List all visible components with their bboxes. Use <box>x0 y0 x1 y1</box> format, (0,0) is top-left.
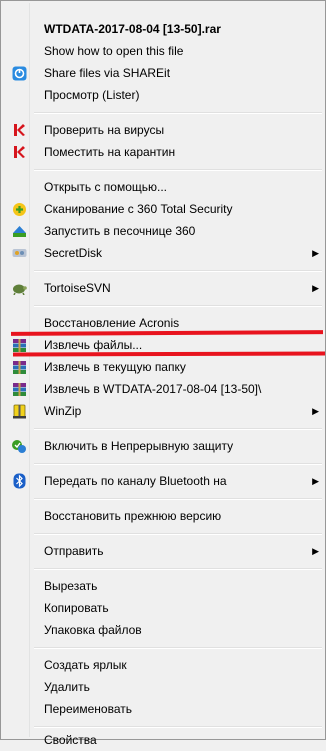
menu-item-pack-files[interactable]: Упаковка файлов <box>3 619 323 641</box>
menu-item-label: Удалить <box>44 680 90 694</box>
menu-item-360-scan[interactable]: Сканирование с 360 Total Security <box>3 198 323 220</box>
menu-item-cut[interactable]: Вырезать <box>3 575 323 597</box>
submenu-arrow-icon: ▶ <box>312 406 319 416</box>
menu-item-label: WinZip <box>44 404 82 418</box>
menu-item-label: Передать по каналу Bluetooth на <box>44 474 227 488</box>
context-menu: WTDATA-2017-08-04 [13-50].rar Show how t… <box>0 0 326 747</box>
menu-separator <box>34 568 322 570</box>
menu-item-label: Просмотр (Lister) <box>44 88 140 102</box>
menu-item-show-how-to-open[interactable]: Show how to open this file <box>3 40 323 62</box>
menu-item-extract-here[interactable]: Извлечь в текущую папку <box>3 356 323 378</box>
menu-separator <box>34 169 322 171</box>
menu-item-open-rar[interactable]: WTDATA-2017-08-04 [13-50].rar <box>3 18 323 40</box>
menu-item-label: Share files via SHAREit <box>44 66 171 80</box>
menu-item-create-shortcut[interactable]: Создать ярлык <box>3 654 323 676</box>
menu-item-extract-to-folder[interactable]: Извлечь в WTDATA-2017-08-04 [13-50]\ <box>3 378 323 400</box>
menu-item-label: Извлечь файлы... <box>44 338 143 352</box>
menu-item-quarantine[interactable]: Поместить на карантин <box>3 141 323 163</box>
menu-item-label: Создать ярлык <box>44 658 127 672</box>
menu-item-label: Свойства <box>44 733 97 747</box>
menu-separator <box>34 647 322 649</box>
menu-item-label: Извлечь в WTDATA-2017-08-04 [13-50]\ <box>44 382 262 396</box>
menu-separator <box>34 270 322 272</box>
menu-item-secretdisk[interactable]: SecretDisk ▶ <box>3 242 323 264</box>
menu-item-continuous-protection[interactable]: Включить в Непрерывную защиту <box>3 435 323 457</box>
360-scan-icon <box>11 201 27 217</box>
menu-separator <box>34 726 322 728</box>
menu-item-label: Show how to open this file <box>44 44 184 58</box>
acronis-protect-icon <box>11 438 27 454</box>
menu-separator <box>34 498 322 500</box>
menu-item-open-with[interactable]: Открыть с помощью... <box>3 176 323 198</box>
menu-item-label: Извлечь в текущую папку <box>44 360 186 374</box>
menu-separator <box>34 112 322 114</box>
menu-separator <box>34 463 322 465</box>
menu-item-scan-virus[interactable]: Проверить на вирусы <box>3 119 323 141</box>
menu-item-label: Вырезать <box>44 579 98 593</box>
menu-item-delete[interactable]: Удалить <box>3 676 323 698</box>
menu-separator <box>34 305 322 307</box>
menu-item-tortoisesvn[interactable]: TortoiseSVN ▶ <box>3 277 323 299</box>
shareit-icon <box>11 65 27 81</box>
submenu-arrow-icon: ▶ <box>312 283 319 293</box>
kaspersky-icon <box>11 144 27 160</box>
submenu-arrow-icon: ▶ <box>312 248 319 258</box>
menu-item-rename[interactable]: Переименовать <box>3 698 323 720</box>
winzip-icon <box>11 403 27 419</box>
menu-item-label: Отправить <box>44 544 104 558</box>
winrar-icon <box>11 381 27 397</box>
menu-item-label: Открыть с помощью... <box>44 180 168 194</box>
menu-item-shareit[interactable]: Share files via SHAREit <box>3 62 323 84</box>
menu-item-copy[interactable]: Копировать <box>3 597 323 619</box>
kaspersky-icon <box>11 122 27 138</box>
menu-item-winzip[interactable]: WinZip ▶ <box>3 400 323 422</box>
submenu-arrow-icon: ▶ <box>312 476 319 486</box>
menu-item-label: Восстановление Acronis <box>44 316 180 330</box>
menu-item-label: WTDATA-2017-08-04 [13-50].rar <box>44 22 221 36</box>
menu-item-360-sandbox[interactable]: Запустить в песочнице 360 <box>3 220 323 242</box>
secretdisk-icon <box>11 245 27 261</box>
menu-item-label: Переименовать <box>44 702 132 716</box>
menu-item-lister[interactable]: Просмотр (Lister) <box>3 84 323 106</box>
menu-item-send-to[interactable]: Отправить ▶ <box>3 540 323 562</box>
menu-separator <box>34 428 322 430</box>
menu-item-label: TortoiseSVN <box>44 281 111 295</box>
winrar-icon <box>11 337 27 353</box>
menu-item-label: Поместить на карантин <box>44 145 176 159</box>
menu-item-label: Включить в Непрерывную защиту <box>44 439 234 453</box>
tortoisesvn-icon <box>11 280 27 296</box>
bluetooth-icon <box>11 473 27 489</box>
menu-separator <box>34 533 322 535</box>
menu-item-label: Упаковка файлов <box>44 623 142 637</box>
menu-item-bluetooth[interactable]: Передать по каналу Bluetooth на ▶ <box>3 470 323 492</box>
winrar-icon <box>11 359 27 375</box>
submenu-arrow-icon: ▶ <box>312 546 319 556</box>
menu-item-label: Копировать <box>44 601 109 615</box>
menu-item-label: Восстановить прежнюю версию <box>44 509 222 523</box>
menu-item-label: SecretDisk <box>44 246 103 260</box>
menu-item-label: Сканирование с 360 Total Security <box>44 202 233 216</box>
360-sandbox-icon <box>11 223 27 239</box>
menu-item-properties[interactable]: Свойства <box>3 729 323 751</box>
menu-item-label: Запустить в песочнице 360 <box>44 224 196 238</box>
menu-item-restore-previous-version[interactable]: Восстановить прежнюю версию <box>3 505 323 527</box>
menu-item-label: Проверить на вирусы <box>44 123 165 137</box>
